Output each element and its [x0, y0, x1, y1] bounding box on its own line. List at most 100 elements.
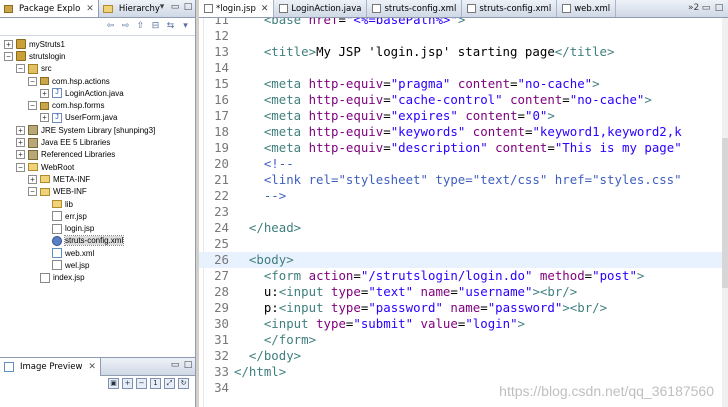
tab-overflow-indicator[interactable]: »2 [688, 3, 699, 14]
tree-item[interactable]: − WEB-INF [0, 186, 195, 198]
back-icon[interactable]: ⇦ [105, 21, 116, 32]
folder-icon [28, 163, 38, 172]
editor-tab[interactable]: struts-config.xml [462, 0, 558, 17]
tree-item-label: com.hsp.actions [52, 76, 110, 86]
editor-tab[interactable]: LoginAction.java [274, 0, 368, 17]
code-line: 26 <body> [199, 252, 728, 268]
expand-toggle-icon[interactable]: + [40, 113, 49, 123]
tab-hierarchy[interactable]: Hierarchy [99, 0, 164, 17]
close-icon[interactable]: ✕ [88, 362, 96, 372]
actual-size-icon[interactable]: 1 [150, 378, 161, 389]
maximize-icon[interactable]: □ [183, 360, 193, 371]
tab-package-explorer-label: Package Explo [19, 3, 81, 14]
up-icon[interactable]: ⇧ [135, 21, 146, 32]
tree-item[interactable]: + J UserForm.java [0, 112, 195, 124]
tree-item[interactable]: + J LoginAction.java [0, 87, 195, 99]
forward-icon[interactable]: ⇨ [120, 21, 131, 32]
tree-spacer [40, 199, 49, 209]
tree-item[interactable]: err.jsp [0, 210, 195, 222]
code-token: "pragma" [390, 76, 451, 91]
vertical-scrollbar[interactable] [722, 18, 728, 407]
code-token: name [450, 300, 481, 315]
tab-package-explorer[interactable]: Package Explo ✕ [0, 0, 99, 17]
view-menu-icon[interactable]: ▾ [157, 2, 167, 13]
code-token: <meta [263, 92, 302, 107]
code-token: <input [278, 300, 324, 315]
code-line: 22 --> [199, 188, 728, 204]
minimize-icon[interactable]: ▭ [170, 2, 180, 13]
editor-tab[interactable]: struts-config.xml [367, 0, 463, 17]
tree-item-label: lib [65, 199, 74, 209]
file-icon [467, 4, 477, 13]
scrollbar-thumb[interactable] [722, 138, 728, 288]
tree-item[interactable]: web.xml [0, 247, 195, 259]
editor-tab[interactable]: *login.jsp ✕ [199, 0, 275, 17]
tree-item[interactable]: + myStruts1 [0, 38, 195, 50]
tree-item[interactable]: struts-config.xml [0, 235, 195, 247]
editor-tab[interactable]: web.xml [557, 0, 617, 17]
close-icon[interactable]: ✕ [261, 4, 269, 14]
minimize-icon[interactable]: ▭ [701, 3, 711, 14]
tree-item[interactable]: − com.hsp.actions [0, 75, 195, 87]
code-line: 28 u:<input type="text" name="username">… [199, 284, 728, 300]
tree-item[interactable]: − WebRoot [0, 161, 195, 173]
link-editor-icon[interactable]: ⇆ [165, 21, 176, 32]
code-token: http-equiv [308, 124, 384, 139]
expand-toggle-icon[interactable]: + [16, 138, 25, 148]
tree-item[interactable]: lib [0, 198, 195, 210]
minimize-icon[interactable]: ▭ [170, 360, 180, 371]
tree-item[interactable]: + JRE System Library [shunping3] [0, 124, 195, 136]
collapse-toggle-icon[interactable]: − [4, 51, 13, 61]
collapse-toggle-icon[interactable]: − [28, 76, 37, 86]
code-token: "no-cache" [569, 92, 645, 107]
line-number: 25 [214, 236, 229, 251]
tree-item[interactable]: wel.jsp [0, 259, 195, 271]
tree-item[interactable]: − strutslogin [0, 50, 195, 62]
tree-item-label: strutslogin [29, 51, 66, 61]
tree-item-label: index.jsp [53, 273, 85, 283]
view-menu-icon[interactable]: ▾ [180, 21, 191, 32]
tree-item[interactable]: + META-INF [0, 173, 195, 185]
tree-item[interactable]: + Java EE 5 Libraries [0, 136, 195, 148]
tree-item[interactable]: − src [0, 63, 195, 75]
collapse-all-icon[interactable]: ⊟ [150, 21, 161, 32]
close-icon[interactable]: ✕ [86, 4, 94, 14]
lib-icon [28, 149, 38, 160]
file-icon [562, 4, 572, 13]
expand-toggle-icon[interactable]: + [28, 174, 37, 184]
expand-toggle-icon[interactable]: + [40, 88, 49, 98]
collapse-toggle-icon[interactable]: − [28, 187, 37, 197]
view-tools: ▾ ▭ □ [157, 2, 193, 13]
code-token: = [480, 300, 488, 315]
collapse-toggle-icon[interactable]: − [16, 162, 25, 172]
collapse-toggle-icon[interactable]: − [16, 64, 25, 74]
tree-item[interactable]: login.jsp [0, 222, 195, 234]
zoom-fit-icon[interactable]: ⤢ [164, 378, 175, 389]
refresh-icon[interactable]: ↻ [178, 378, 189, 389]
expand-toggle-icon[interactable]: + [4, 39, 13, 49]
fit-icon[interactable]: ▣ [108, 378, 119, 389]
code-token: <meta [263, 140, 302, 155]
zoom-in-icon[interactable]: + [122, 378, 133, 389]
code-token: = [510, 76, 518, 91]
code-token: <input [278, 284, 324, 299]
expand-toggle-icon[interactable]: + [16, 150, 25, 160]
code-editor[interactable]: 11 <base href="<%=basePath%>"> 12 13 <titl… [199, 18, 728, 407]
tree-item[interactable]: index.jsp [0, 272, 195, 284]
collapse-toggle-icon[interactable]: − [28, 101, 37, 111]
tree-item[interactable]: − com.hsp.forms [0, 99, 195, 111]
image-icon [4, 361, 14, 372]
tree-item[interactable]: + Referenced Libraries [0, 149, 195, 161]
package-explorer-panel: Package Explo ✕ Hierarchy ▾ ▭ □ ⇦ ⇨ ⇧ ⊟ … [0, 0, 196, 357]
code-token: = [547, 140, 555, 155]
code-token: > [644, 92, 652, 107]
code-text: </body> [234, 348, 301, 364]
code-text: <meta http-equiv="pragma" content="no-ca… [234, 76, 600, 92]
tree-item-label: web.xml [65, 248, 95, 258]
maximize-icon[interactable]: □ [183, 2, 193, 13]
zoom-out-icon[interactable]: − [136, 378, 147, 389]
tab-image-preview[interactable]: Image Preview ✕ [0, 357, 101, 376]
expand-toggle-icon[interactable]: + [16, 125, 25, 135]
maximize-icon[interactable]: □ [714, 3, 724, 14]
